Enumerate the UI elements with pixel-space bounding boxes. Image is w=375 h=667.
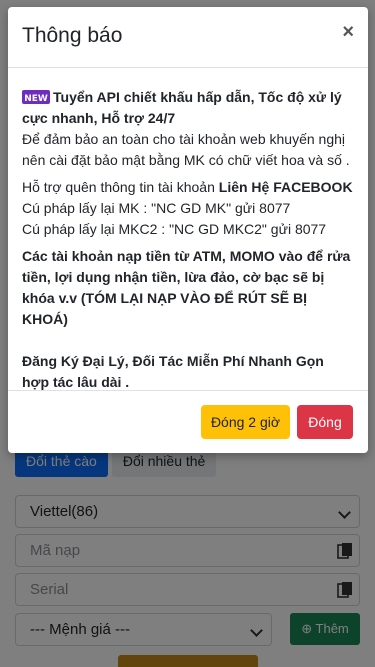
modal-title: Thông báo (22, 24, 123, 47)
api-announcement: NEW Tuyển API chiết khấu hấp dẫn, Tốc độ… (22, 87, 354, 129)
new-badge-icon: NEW (22, 90, 50, 104)
modal-body: NEW Tuyển API chiết khấu hấp dẫn, Tốc độ… (8, 68, 368, 390)
account-support: Hỗ trợ quên thông tin tài khoản Liên Hệ … (22, 177, 354, 198)
facebook-contact-link[interactable]: Liên Hệ FACEBOOK (219, 179, 353, 195)
notice-modal: Thông báo × NEW Tuyển API chiết khấu hấp… (8, 7, 368, 453)
account-support-text: Hỗ trợ quên thông tin tài khoản (22, 179, 219, 195)
agent-partner-notice: Đăng Ký Đại Lý, Đối Tác Miễn Phí Nhanh G… (22, 353, 324, 390)
api-announcement-text: Tuyển API chiết khấu hấp dẫn, Tốc độ xử … (22, 89, 342, 126)
syntax-mkc2: Cú pháp lấy lại MKC2 : "NC GD MKC2" gửi … (22, 221, 327, 237)
syntax-mk: Cú pháp lấy lại MK : "NC GD MK" gửi 8077 (22, 200, 291, 216)
close-2h-button[interactable]: Đóng 2 giờ (201, 405, 290, 439)
modal-footer: Đóng 2 giờ Đóng (8, 390, 368, 453)
security-recommendation: Để đảm bảo an toàn cho tài khoản web khu… (22, 131, 350, 168)
new-badge-text: NEW (24, 94, 48, 104)
close-button[interactable]: Đóng (297, 405, 353, 439)
fraud-warning: Các tài khoản nạp tiền từ ATM, MOMO vào … (22, 248, 351, 327)
close-icon[interactable]: × (342, 21, 354, 43)
modal-header: Thông báo × (8, 7, 368, 68)
